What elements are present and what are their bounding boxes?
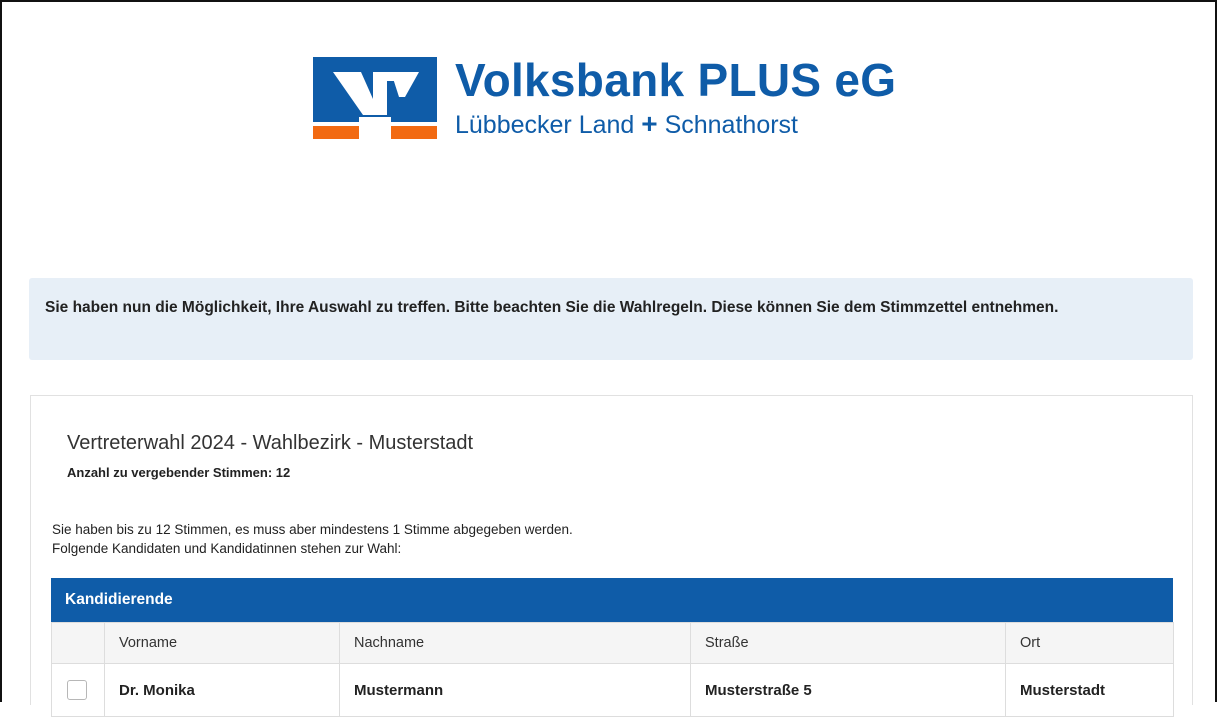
candidates-table: Kandidierende Vorname Nachname Straße Or… bbox=[51, 578, 1174, 717]
candidates-header: Kandidierende bbox=[51, 578, 1173, 622]
subtitle-right: Schnathorst bbox=[664, 111, 798, 139]
subtitle-plus: + bbox=[641, 108, 658, 139]
cell-nachname: Mustermann bbox=[339, 663, 691, 717]
rule-line-1: Sie haben bis zu 12 Stimmen, es muss abe… bbox=[52, 522, 573, 537]
column-header-row: Vorname Nachname Straße Ort bbox=[51, 622, 1174, 664]
column-strasse: Straße bbox=[690, 622, 1006, 664]
select-cell bbox=[51, 663, 105, 717]
column-select bbox=[51, 622, 105, 664]
info-notice: Sie haben nun die Möglichkeit, Ihre Ausw… bbox=[29, 278, 1193, 360]
volksbank-logo-icon bbox=[313, 57, 437, 139]
column-nachname: Nachname bbox=[339, 622, 691, 664]
cell-ort: Musterstadt bbox=[1005, 663, 1174, 717]
ballot-card: Vertreterwahl 2024 - Wahlbezirk - Muster… bbox=[30, 395, 1193, 717]
votes-count: Anzahl zu vergebender Stimmen: 12 bbox=[67, 465, 291, 480]
bank-subtitle: Lübbecker Land + Schnathorst bbox=[455, 109, 896, 140]
candidate-checkbox[interactable] bbox=[67, 680, 87, 700]
info-notice-text: Sie haben nun die Möglichkeit, Ihre Ausw… bbox=[45, 299, 1059, 316]
table-row[interactable]: Dr. Monika Mustermann Musterstraße 5 Mus… bbox=[51, 663, 1174, 717]
rule-line-2: Folgende Kandidaten und Kandidatinnen st… bbox=[52, 541, 402, 556]
bank-name: Volksbank PLUS eG bbox=[455, 54, 897, 106]
election-title: Vertreterwahl 2024 - Wahlbezirk - Muster… bbox=[67, 432, 474, 454]
cell-strasse: Musterstraße 5 bbox=[690, 663, 1006, 717]
column-vorname: Vorname bbox=[104, 622, 340, 664]
column-ort: Ort bbox=[1005, 622, 1174, 664]
bank-logo: Volksbank PLUS eG Lübbecker Land + Schna… bbox=[313, 57, 896, 139]
cell-vorname: Dr. Monika bbox=[104, 663, 340, 717]
subtitle-left: Lübbecker Land bbox=[455, 111, 635, 139]
voting-rules: Sie haben bis zu 12 Stimmen, es muss abe… bbox=[52, 520, 573, 558]
